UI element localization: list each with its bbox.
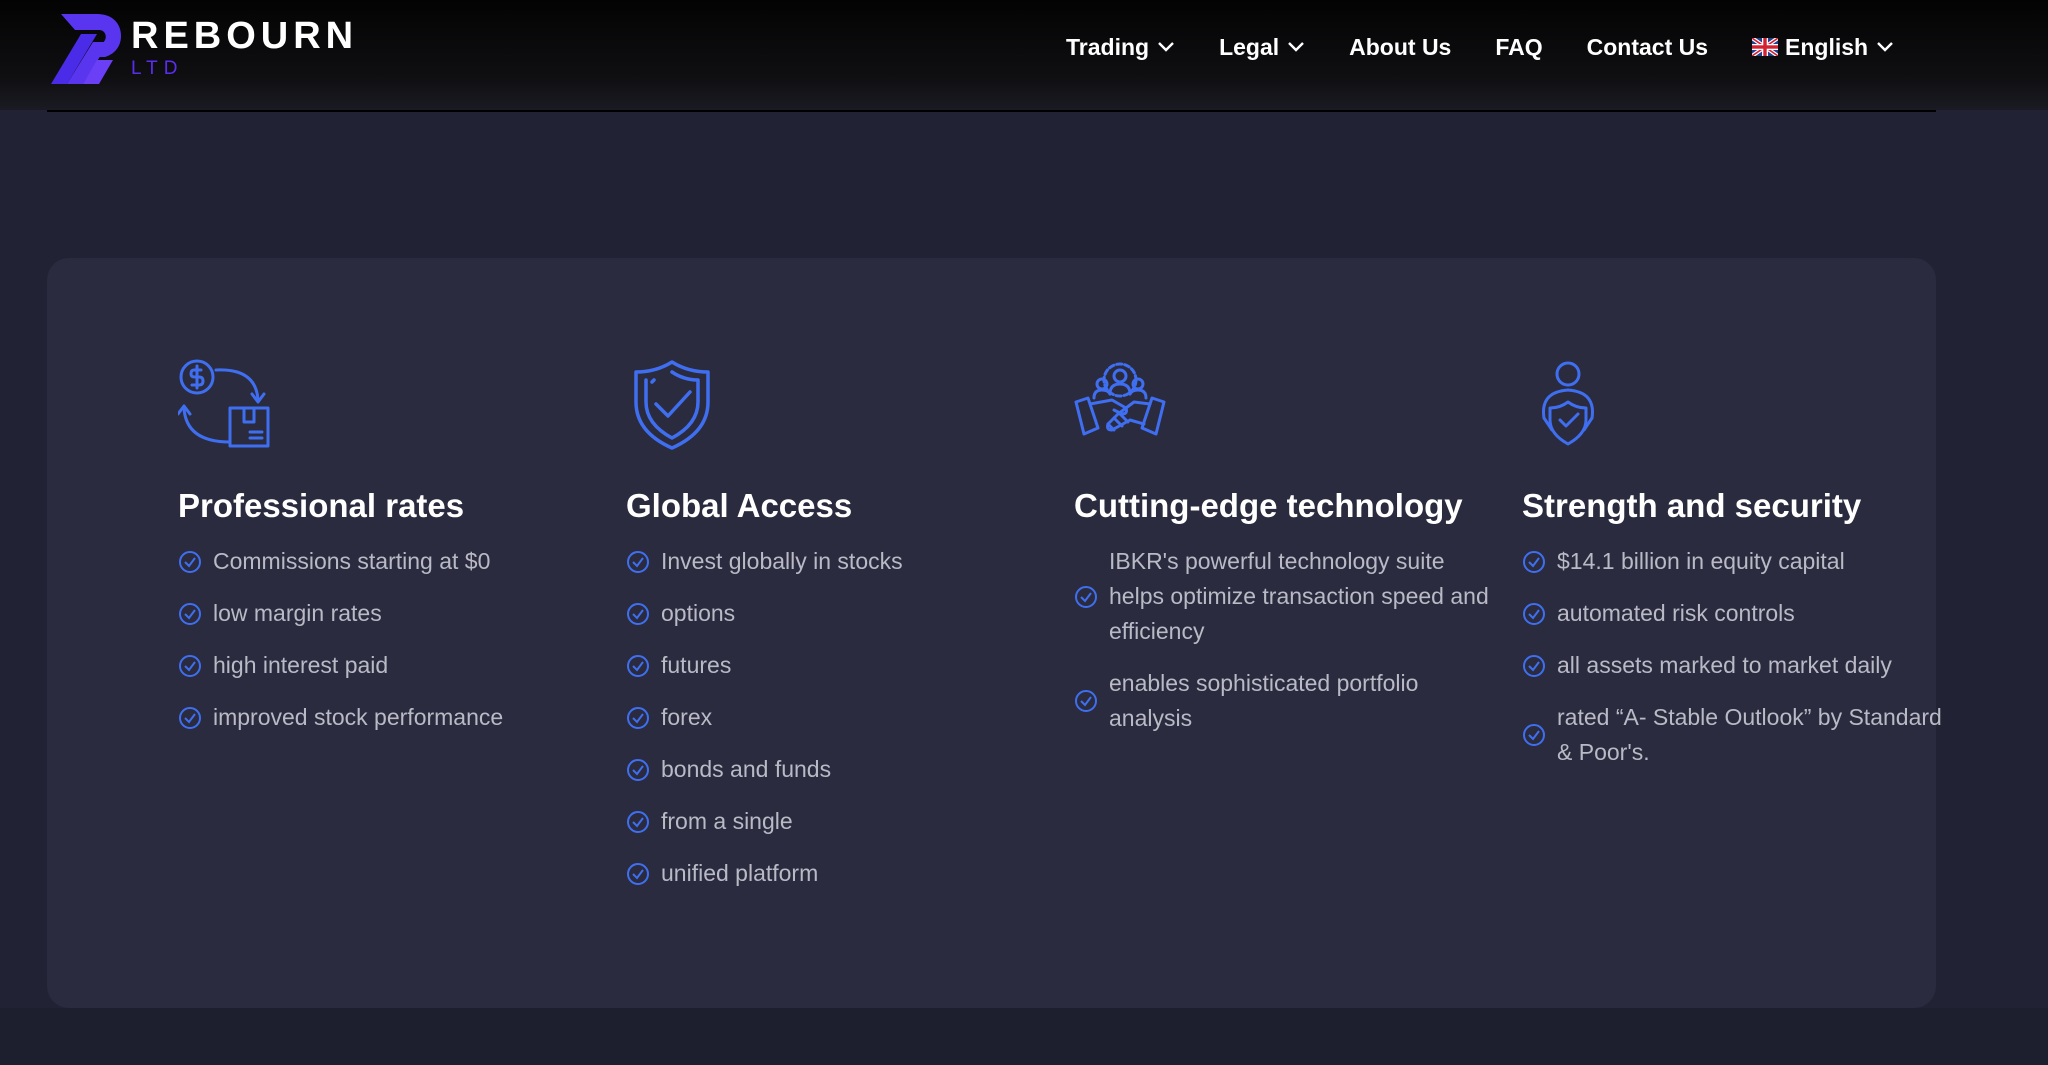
chevron-down-icon	[1158, 42, 1174, 52]
list-item-text: automated risk controls	[1557, 600, 1795, 626]
main-nav: Trading Legal About Us FAQ Contact Us En…	[1066, 26, 1894, 68]
nav-about-us-label: About Us	[1349, 33, 1452, 60]
page-bottom	[0, 1008, 2048, 1065]
feature-title: Strength and security	[1522, 487, 1862, 524]
nav-about-us[interactable]: About Us	[1349, 34, 1451, 61]
list-item-text: futures	[661, 652, 732, 678]
feature-list: $14.1 billion in equity capital automate…	[1522, 544, 1942, 770]
brand-suffix: LTD	[131, 58, 184, 79]
list-item: low margin rates	[178, 596, 598, 631]
check-circle-icon	[179, 654, 201, 677]
check-circle-icon	[1523, 550, 1545, 573]
feature-strength-and-security: Strength and security $14.1 billion in e…	[1522, 358, 1942, 787]
feature-title: Global Access	[626, 487, 853, 524]
list-item-text: Invest globally in stocks	[661, 548, 903, 574]
list-item-text: high interest paid	[213, 652, 389, 678]
check-circle-icon	[179, 550, 201, 573]
check-circle-icon	[627, 810, 649, 833]
check-circle-icon	[179, 602, 201, 625]
check-circle-icon	[627, 550, 649, 573]
nav-faq-label: FAQ	[1495, 33, 1543, 60]
list-item-text: unified platform	[661, 860, 819, 886]
shield-check-icon	[634, 360, 710, 450]
check-circle-icon	[1075, 690, 1097, 712]
brand-name: REBOURN	[131, 15, 359, 57]
list-item: options	[626, 596, 1046, 631]
feature-cutting-edge-technology: Cutting-edge technology IBKR's powerful …	[1074, 358, 1494, 753]
list-item-text: improved stock performance	[213, 704, 504, 730]
check-circle-icon	[1523, 602, 1545, 625]
list-item: automated risk controls	[1522, 596, 1942, 631]
language-label: English	[1785, 33, 1869, 60]
list-item-text: Commissions starting at $0	[213, 548, 491, 574]
chevron-down-icon	[1877, 42, 1893, 52]
nav-trading-label: Trading	[1066, 33, 1150, 60]
nav-contact-us-label: Contact Us	[1586, 33, 1709, 60]
nav-trading[interactable]: Trading	[1066, 34, 1175, 61]
feature-list: Commissions starting at $0 low margin ra…	[178, 544, 598, 735]
list-item: Invest globally in stocks	[626, 544, 1046, 579]
check-circle-icon	[1523, 724, 1545, 746]
list-item-text: $14.1 billion in equity capital	[1557, 548, 1845, 574]
list-item-text: enables sophisticated portfolio analysis	[1109, 670, 1419, 731]
person-shield-icon	[1542, 361, 1594, 446]
check-circle-icon	[179, 706, 201, 729]
list-item: futures	[626, 648, 1046, 683]
list-item-text: low margin rates	[213, 600, 382, 626]
header-divider	[47, 110, 1936, 112]
header: REBOURN LTD Trading Legal About Us FAQ C…	[0, 0, 2048, 110]
list-item: improved stock performance	[178, 700, 598, 735]
check-circle-icon	[627, 654, 649, 677]
check-circle-icon	[627, 862, 649, 885]
nav-legal-label: Legal	[1219, 33, 1280, 60]
list-item: IBKR's powerful technology suite helps o…	[1074, 544, 1494, 649]
list-item: forex	[626, 700, 1046, 735]
language-selector[interactable]: English	[1752, 34, 1894, 61]
check-circle-icon	[627, 706, 649, 729]
list-item: bonds and funds	[626, 752, 1046, 787]
feature-title: Professional rates	[178, 487, 465, 524]
rebourn-logo-icon	[51, 14, 121, 84]
team-handshake-icon	[1074, 362, 1166, 436]
list-item: $14.1 billion in equity capital	[1522, 544, 1942, 579]
list-item: high interest paid	[178, 648, 598, 683]
chevron-down-icon	[1288, 42, 1304, 52]
list-item-text: from a single	[661, 808, 793, 834]
list-item: unified platform	[626, 856, 1046, 891]
brand-logo[interactable]: REBOURN LTD	[47, 12, 358, 84]
uk-flag-icon	[1752, 38, 1779, 56]
check-circle-icon	[627, 758, 649, 781]
feature-global-access: Global Access Invest globally in stocks …	[626, 358, 1046, 908]
list-item-text: IBKR's powerful technology suite helps o…	[1109, 548, 1489, 644]
feature-list: Invest globally in stocks options future…	[626, 544, 1046, 891]
feature-professional-rates: Professional rates Commissions starting …	[178, 358, 598, 752]
check-circle-icon	[627, 602, 649, 625]
money-exchange-icon	[178, 359, 270, 448]
list-item: from a single	[626, 804, 1046, 839]
list-item-text: rated “A- Stable Outlook” by Standard & …	[1557, 704, 1942, 765]
feature-title: Cutting-edge technology	[1074, 487, 1463, 524]
list-item: Commissions starting at $0	[178, 544, 598, 579]
check-circle-icon	[1523, 654, 1545, 677]
nav-legal[interactable]: Legal	[1219, 34, 1305, 61]
list-item-text: options	[661, 600, 736, 626]
brand-text: REBOURN LTD	[131, 16, 358, 80]
list-item-text: bonds and funds	[661, 756, 832, 782]
list-item: enables sophisticated portfolio analysis	[1074, 666, 1494, 736]
feature-list: IBKR's powerful technology suite helps o…	[1074, 544, 1494, 736]
list-item: rated “A- Stable Outlook” by Standard & …	[1522, 700, 1942, 770]
list-item-text: forex	[661, 704, 713, 730]
list-item-text: all assets marked to market daily	[1557, 652, 1892, 678]
list-item: all assets marked to market daily	[1522, 648, 1942, 683]
features-card: Professional rates Commissions starting …	[47, 258, 1942, 1008]
check-circle-icon	[1075, 585, 1097, 608]
nav-contact-us[interactable]: Contact Us	[1587, 34, 1708, 61]
nav-faq[interactable]: FAQ	[1495, 34, 1542, 61]
